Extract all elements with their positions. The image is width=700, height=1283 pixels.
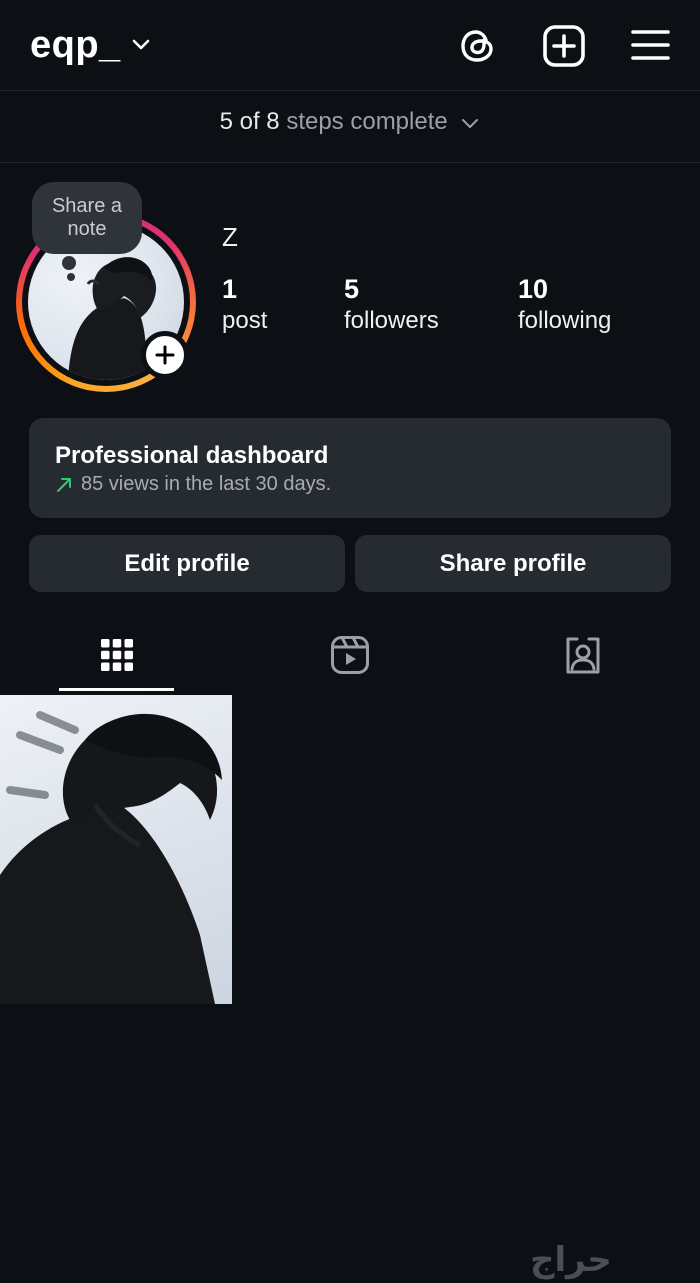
dashboard-subtitle: 85 views in the last 30 days. — [81, 473, 332, 495]
share-profile-button[interactable]: Share profile — [355, 535, 671, 592]
stat-value: 10 — [518, 274, 549, 304]
tab-tagged[interactable] — [525, 630, 641, 680]
share-note-bubble[interactable]: Share a note — [32, 182, 142, 254]
divider — [0, 90, 700, 91]
tab-posts-grid[interactable] — [59, 630, 175, 680]
add-story-button[interactable] — [141, 331, 189, 379]
dashboard-subtitle-row: 85 views in the last 30 days. — [55, 473, 331, 496]
chevron-down-icon — [462, 118, 479, 128]
stat-posts[interactable]: 1 post — [222, 274, 267, 338]
steps-label: steps complete — [286, 108, 448, 135]
note-label-line1: Share a — [51, 195, 123, 217]
post-thumbnail[interactable] — [0, 695, 232, 1004]
new-post-icon[interactable] — [541, 23, 587, 69]
reels-icon — [331, 636, 369, 674]
top-bar: eqp_ — [0, 0, 700, 90]
stat-followers[interactable]: 5 followers — [344, 274, 439, 338]
professional-dashboard-card[interactable]: Professional dashboard 85 views in the l… — [29, 418, 671, 518]
tab-reels[interactable] — [292, 630, 408, 680]
username: eqp_ — [30, 24, 121, 66]
watermark-logo: حراج — [530, 1240, 612, 1280]
grid-icon — [101, 639, 133, 671]
divider — [0, 162, 700, 163]
note-label-line2: note — [67, 218, 107, 240]
threads-icon[interactable] — [455, 23, 501, 69]
active-tab-indicator — [59, 688, 174, 691]
stat-value: 1 — [222, 274, 238, 304]
stat-label: followers — [344, 307, 439, 334]
plus-icon — [155, 345, 175, 365]
tagged-icon — [566, 637, 600, 674]
stat-following[interactable]: 10 following — [518, 274, 611, 338]
note-bubble-tail — [67, 273, 75, 281]
display-name: Z — [222, 222, 238, 252]
account-switcher[interactable]: eqp_ — [30, 24, 151, 67]
post-image — [0, 711, 222, 1004]
trend-up-icon — [57, 477, 71, 492]
menu-icon[interactable] — [628, 23, 674, 69]
stat-value: 5 — [344, 274, 360, 304]
steps-progress[interactable]: 5 of 8 steps complete — [0, 108, 700, 136]
steps-count: 5 of 8 — [219, 108, 280, 135]
edit-profile-button[interactable]: Edit profile — [29, 535, 345, 592]
note-bubble-tail — [62, 256, 76, 270]
stat-label: following — [518, 307, 612, 334]
dashboard-title: Professional dashboard — [55, 442, 329, 469]
chevron-down-icon — [131, 38, 151, 57]
stat-label: post — [222, 307, 268, 334]
